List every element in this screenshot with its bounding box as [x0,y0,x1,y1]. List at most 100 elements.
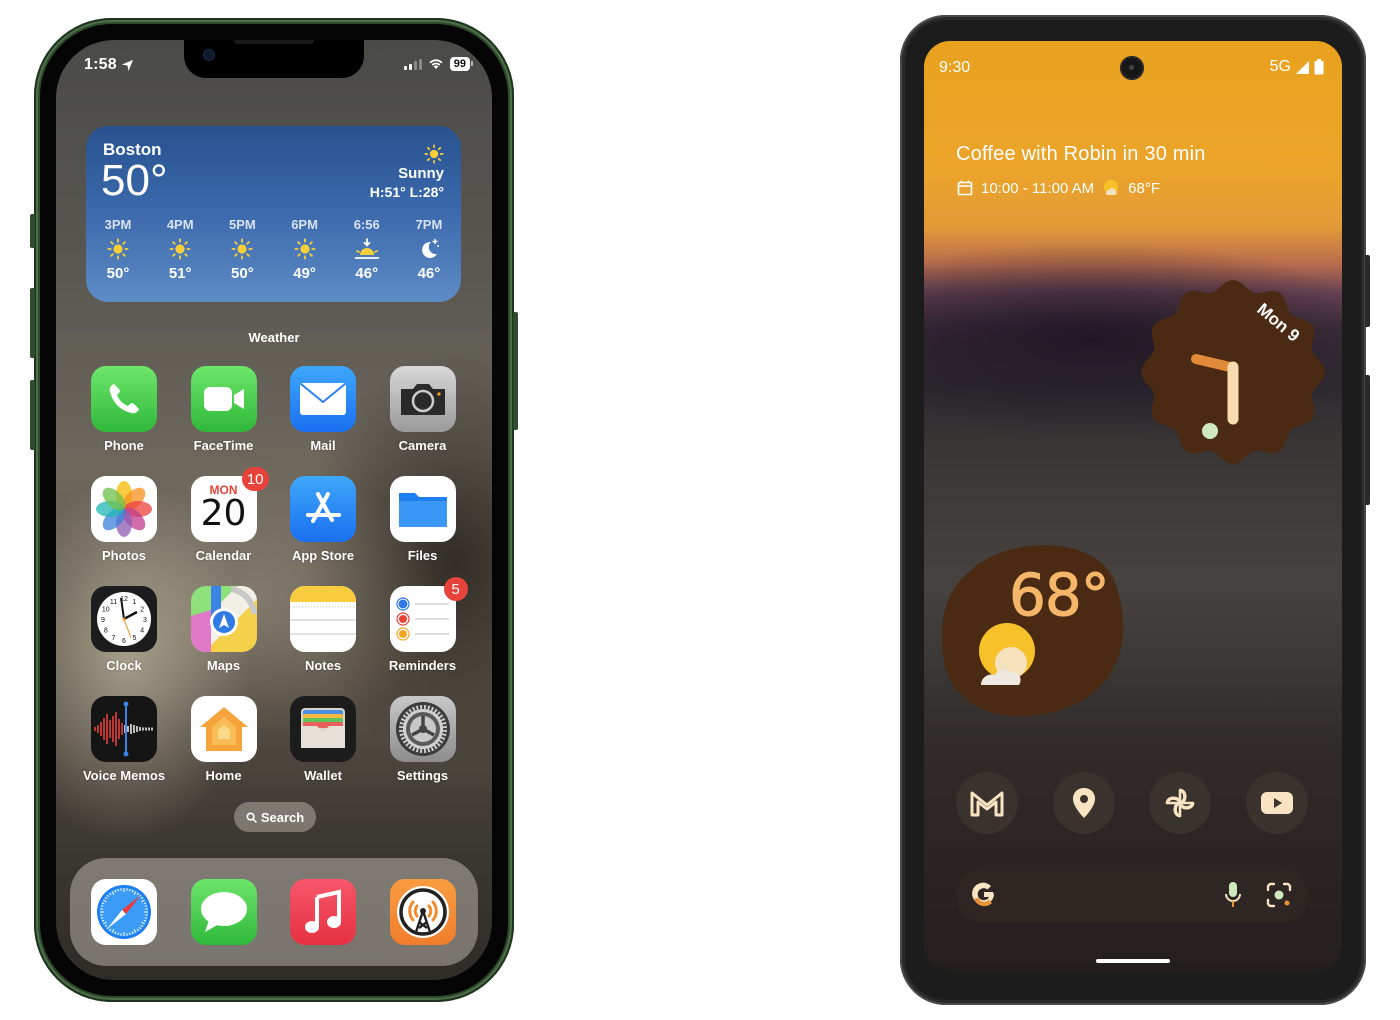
dock-app-gmail[interactable] [956,772,1018,834]
notification-badge: 5 [443,577,468,601]
gmail-icon [970,791,1004,817]
safari-icon[interactable] [91,879,157,945]
calendar-day: 20 [200,493,247,534]
app-phone[interactable]: Phone [74,366,174,453]
pinwheel-icon [1166,788,1195,818]
seconds-dot [1202,423,1218,439]
at-a-glance-details[interactable]: 10:00 - 11:00 AM 68°F [957,179,1160,197]
photos-icon[interactable] [91,476,157,542]
weather-condition: Sunny [398,165,444,182]
app-facetime[interactable]: FaceTime [174,366,274,453]
clock-icon[interactable]: 1 2 3 4 5 6 7 8 9 10 11 12 [91,586,157,652]
calendar-icon [957,180,973,196]
google-g-icon [972,882,994,907]
sun-icon [169,235,191,263]
voice-memos-icon[interactable] [91,696,157,762]
ios-dock [70,858,478,966]
dock-app-youtube[interactable] [1245,772,1308,834]
svg-text:9: 9 [101,617,105,624]
app-music[interactable] [273,879,373,945]
status-time: 1:58 [84,56,134,74]
app-clock[interactable]: 1 2 3 4 5 6 7 8 9 10 11 12 Clock [74,586,174,673]
camera-icon[interactable] [389,366,456,432]
search-icon [246,811,257,823]
app-camera[interactable]: Camera [373,366,473,453]
app-label: Wallet [304,768,342,783]
settings-icon[interactable] [389,696,456,762]
forecast-temp: 46° [417,265,441,282]
app-maps[interactable]: Maps [174,586,274,673]
notes-icon[interactable] [290,586,356,652]
app-notes[interactable]: Notes [273,586,373,673]
network-type: 5G [1269,58,1291,75]
gesture-nav-handle[interactable] [1096,959,1170,963]
status-indicators: 99 [403,57,474,71]
event-time: 10:00 - 11:00 AM [981,179,1095,197]
hourly-forecast-item: 7PM 46° [407,217,451,282]
app-calendar[interactable]: MON 20 10 Calendar [174,467,274,563]
app-mail[interactable]: Mail [273,366,373,453]
app-label: Home [205,768,242,783]
battery-icon [1314,59,1324,75]
svg-text:6: 6 [122,638,126,645]
messages-icon[interactable] [190,879,257,945]
app-settings[interactable]: Settings [373,696,473,783]
music-icon[interactable] [290,879,356,945]
sun-icon [294,235,316,263]
app-label: Reminders [388,658,457,673]
app-safari[interactable] [74,879,174,945]
home-icon[interactable] [190,696,257,762]
partly-sunny-icon [1104,180,1119,195]
app-app-store[interactable]: App Store [273,476,373,563]
forecast-temp: 49° [293,265,316,282]
forecast-hour: 7PM [415,217,443,232]
svg-text:8: 8 [104,628,108,635]
forecast-temp: 50° [231,265,254,282]
dock-app-maps[interactable] [1052,772,1115,834]
status-time: 9:30 [939,59,971,76]
facetime-icon[interactable] [190,366,257,432]
app-label: Maps [206,658,241,673]
google-search-bar[interactable] [956,868,1308,922]
maps-icon[interactable] [190,586,257,652]
dock-app-photos[interactable] [1149,772,1212,834]
weather-widget-temperature: 68° [1009,561,1111,630]
spotlight-search-button[interactable]: Search [234,802,316,832]
wallet-icon[interactable] [290,696,356,762]
svg-text:10: 10 [102,607,110,614]
forecast-temp: 51° [168,265,192,282]
app-overcast[interactable] [373,879,473,945]
wifi-icon [429,59,443,69]
power-button [1365,255,1370,327]
app-label: Phone [104,438,144,453]
android-home-screen: 9:30 5G Coffee with Robin in 30 min 10:0… [924,41,1342,971]
lens-icon[interactable] [1266,882,1292,908]
mail-icon[interactable] [290,366,356,432]
svg-text:4: 4 [140,628,144,635]
phone-icon[interactable] [91,366,157,432]
hourly-forecast-item: 6PM 49° [283,217,327,282]
analog-clock-widget[interactable]: Mon 9 [1138,277,1328,467]
app-photos[interactable]: Photos [74,476,174,563]
app-voice-memos[interactable]: Voice Memos [74,696,174,783]
svg-text:5: 5 [133,635,137,642]
sun-icon [231,235,253,263]
hourly-forecast-item: 6:56 46° [345,217,389,282]
weather-widget[interactable]: Boston 50° Sunny H:51° L:28° 3PM 50° 4PM 51… [86,126,461,302]
app-reminders[interactable]: 5 Reminders [373,577,473,673]
weather-blob-widget[interactable]: 68° [939,543,1129,723]
side-button [513,312,518,430]
app-messages[interactable] [174,879,274,945]
at-a-glance-event[interactable]: Coffee with Robin in 30 min [956,143,1206,166]
mic-icon[interactable] [1224,881,1242,909]
app-wallet[interactable]: Wallet [273,696,373,783]
app-store-icon[interactable] [290,476,356,542]
location-arrow-icon [121,59,133,71]
svg-text:7: 7 [112,635,116,642]
app-label: Camera [398,438,447,453]
files-icon[interactable] [389,476,456,542]
overcast-icon[interactable] [389,879,456,945]
app-files[interactable]: Files [373,476,473,563]
sun-icon [424,144,444,164]
app-home[interactable]: Home [174,696,274,783]
